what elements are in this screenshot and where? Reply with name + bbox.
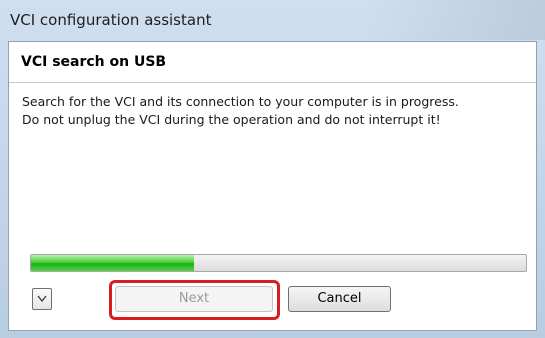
title-bar[interactable]: VCI configuration assistant (0, 0, 545, 40)
status-message: Search for the VCI and its connection to… (22, 93, 527, 129)
status-message-line-1: Search for the VCI and its connection to… (22, 94, 459, 109)
section-title: VCI search on USB (21, 54, 167, 70)
expand-details-button[interactable] (32, 288, 52, 310)
section-header: VCI search on USB (9, 42, 536, 83)
progress-bar (30, 254, 527, 272)
chevron-down-icon (37, 295, 47, 303)
dialog-window: VCI configuration assistant VCI search o… (0, 0, 545, 338)
dialog-body: VCI search on USB Search for the VCI and… (8, 41, 537, 331)
status-message-line-2: Do not unplug the VCI during the operati… (22, 112, 441, 127)
progress-bar-fill (31, 255, 195, 271)
annotation-highlight-box (109, 280, 280, 320)
cancel-button[interactable]: Cancel (288, 286, 391, 312)
window-title: VCI configuration assistant (10, 11, 212, 29)
